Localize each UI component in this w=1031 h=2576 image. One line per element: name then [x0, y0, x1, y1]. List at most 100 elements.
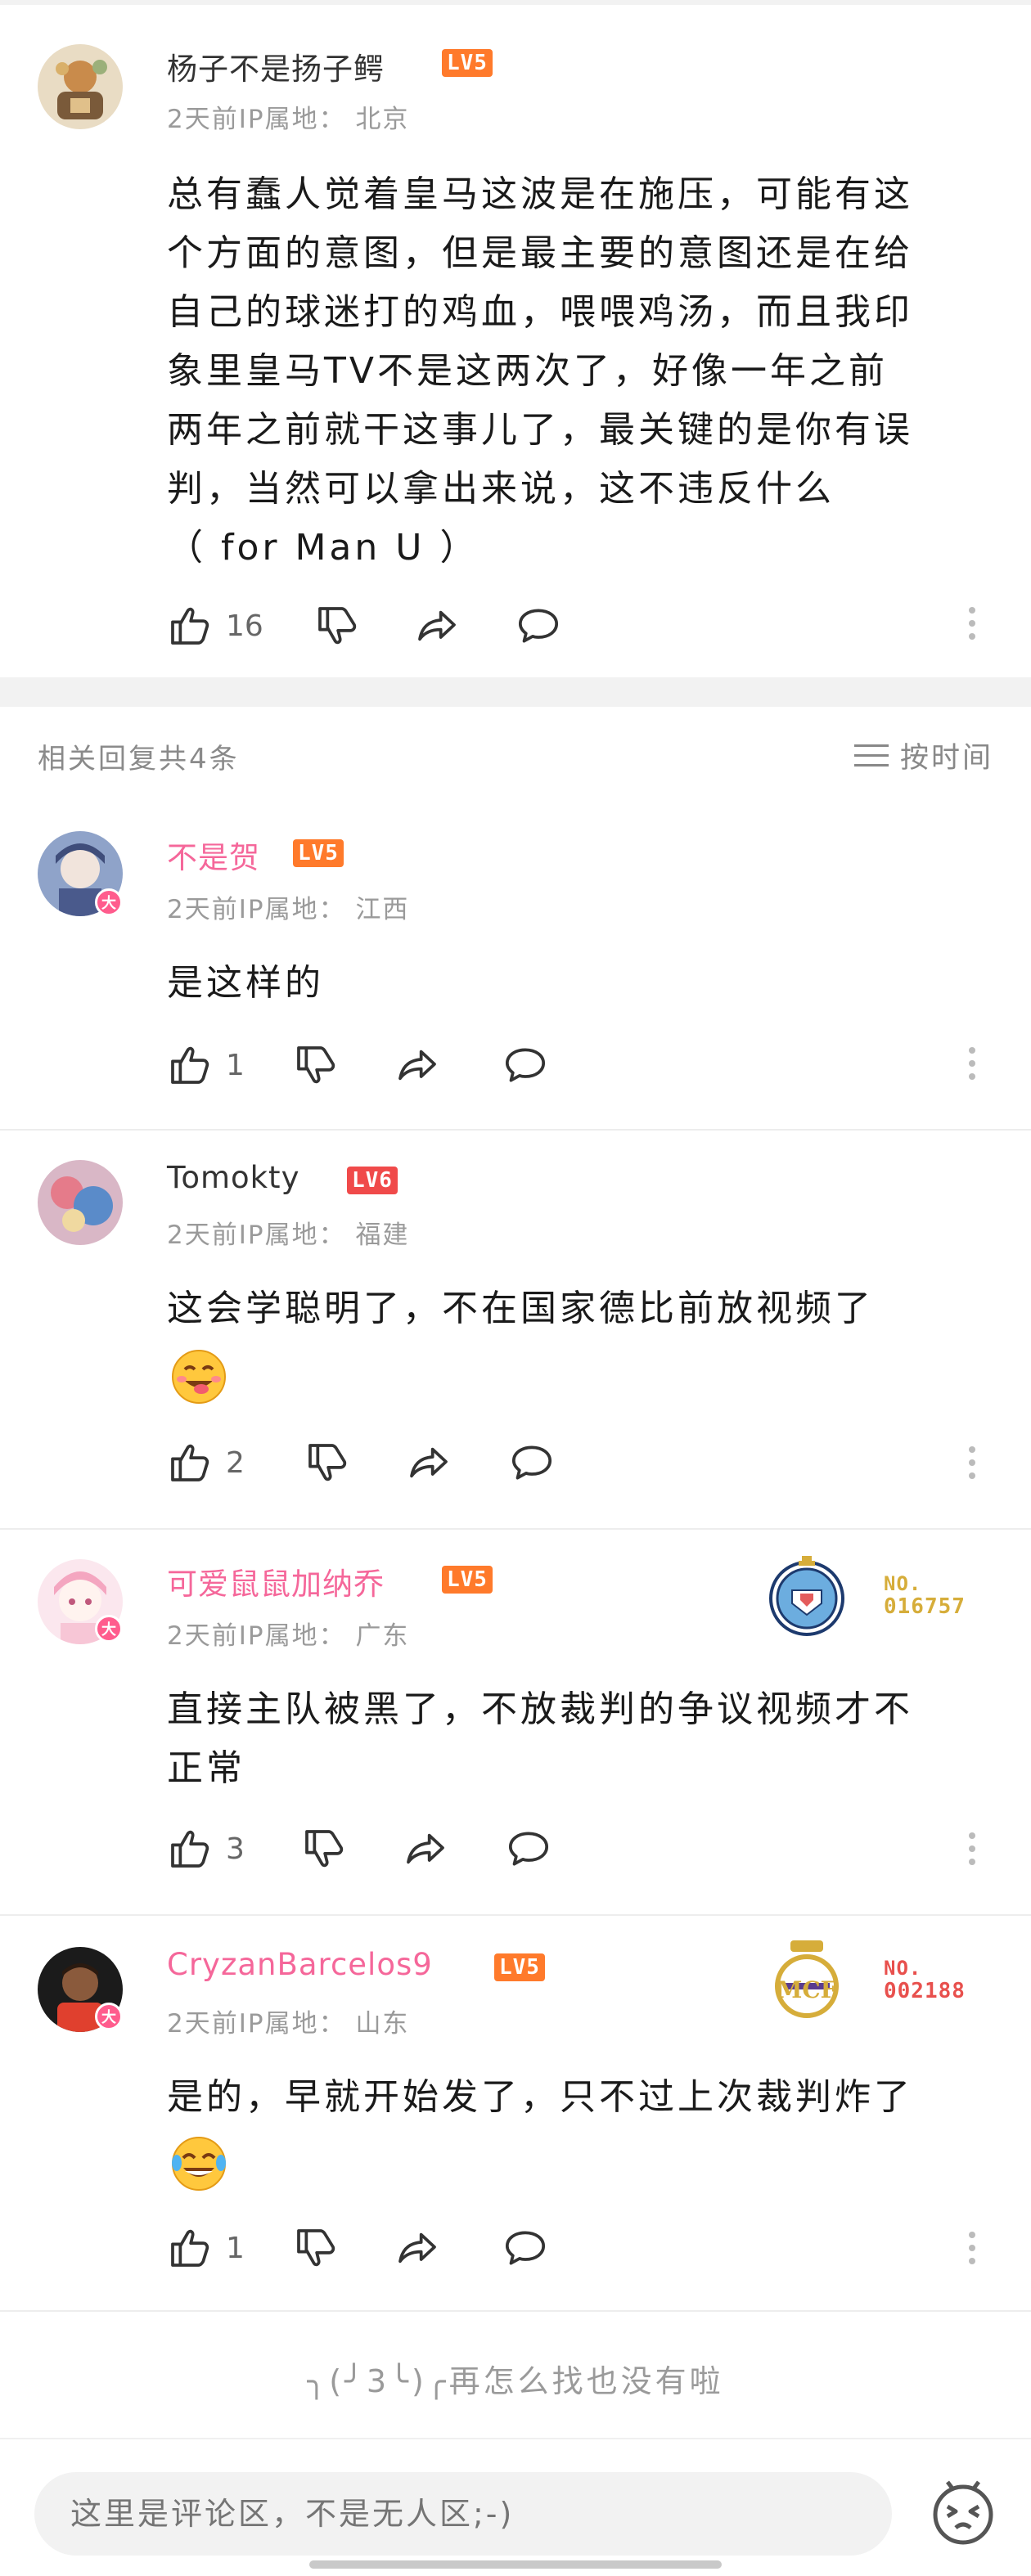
avatar[interactable] — [38, 1160, 123, 1245]
emoji-face-icon[interactable] — [928, 2477, 998, 2547]
share-icon — [410, 1447, 448, 1478]
reply-divider — [0, 1129, 1031, 1131]
list-icon — [853, 744, 889, 767]
thumbs-down-icon — [308, 1444, 347, 1481]
comment-bubble-icon — [508, 1832, 549, 1866]
more-options-icon[interactable] — [969, 1446, 977, 1486]
share-icon — [398, 2232, 436, 2264]
like-count: 3 — [226, 1832, 245, 1866]
comment-text-line: 象里皇马TV不是这两次了，好像一年之前 — [167, 350, 888, 392]
dislike-button[interactable] — [304, 1438, 350, 1487]
comment-time: 2天前 — [167, 895, 239, 924]
ip-location: 山东 — [355, 2009, 410, 2039]
share-button[interactable] — [406, 1438, 452, 1487]
ip-label: IP属地： — [238, 1621, 346, 1651]
thumbs-up-icon — [171, 607, 209, 645]
dislike-button[interactable] — [301, 1824, 347, 1873]
ip-location: 广东 — [355, 1621, 410, 1651]
username[interactable]: 不是贺 — [167, 833, 260, 877]
reply-button[interactable] — [506, 1824, 552, 1873]
dislike-button[interactable] — [314, 601, 360, 650]
reply-divider — [0, 1914, 1031, 1916]
comment-input-bar — [0, 2438, 1031, 2576]
comment-text-line: 总有蠢人觉着皇马这波是在施压，可能有这 — [167, 173, 913, 215]
comment-bubble-icon — [505, 2231, 546, 2265]
more-options-icon[interactable] — [969, 607, 977, 646]
reply-button[interactable] — [516, 601, 561, 650]
medal-no-value: 002188 — [884, 1979, 966, 2003]
comment-time: 2天前 — [167, 1221, 239, 1250]
comment-time: 2天前 — [167, 105, 239, 134]
reply-divider — [0, 1528, 1031, 1530]
sort-label: 按时间 — [899, 742, 993, 775]
comment-text: 是这样的 — [167, 962, 324, 1004]
fan-medal-number: NO. 016757 — [884, 1572, 966, 1618]
level-badge: LV5 — [494, 1953, 545, 1981]
medal-no-prefix: NO. — [884, 1572, 922, 1595]
dislike-button[interactable] — [293, 2223, 339, 2273]
reply-divider — [0, 2310, 1031, 2312]
username[interactable]: 可爱鼠鼠加纳乔 — [167, 1559, 385, 1603]
username[interactable]: Tomokty — [167, 1160, 299, 1195]
avatar[interactable] — [38, 44, 123, 129]
comment-time: 2天前 — [167, 1621, 239, 1651]
share-button[interactable] — [394, 2223, 440, 2273]
medal-no-prefix: NO. — [884, 1957, 922, 1980]
like-button[interactable]: 3 — [167, 1824, 245, 1873]
section-divider — [0, 677, 1031, 707]
comment-meta: 2天前IP属地： 福建 — [167, 1214, 409, 1251]
comment-actions: 1 — [167, 2223, 993, 2273]
ip-location: 北京 — [355, 105, 410, 134]
comment-text-line: 个方面的意图，但是最主要的意图还是在给 — [167, 232, 913, 274]
vip-badge: 大 — [95, 888, 123, 916]
reply-button[interactable] — [509, 1438, 555, 1487]
comment-meta: 2天前IP属地： 北京 — [167, 98, 409, 135]
username[interactable]: 杨子不是扬子鳄 — [167, 44, 385, 88]
thumbs-down-icon — [318, 607, 357, 645]
reply-button[interactable] — [502, 2223, 548, 2273]
top-divider — [0, 0, 1031, 5]
reply-button[interactable] — [502, 1041, 548, 1090]
like-button[interactable]: 1 — [167, 2223, 245, 2273]
share-icon — [418, 610, 456, 641]
share-button[interactable] — [414, 601, 460, 650]
thumbs-up-icon — [171, 1046, 209, 1084]
thumbs-down-icon — [297, 2229, 335, 2267]
like-count: 1 — [226, 2231, 245, 2265]
vip-badge: 大 — [95, 2003, 123, 2030]
home-indicator[interactable] — [309, 2560, 722, 2569]
like-button[interactable]: 2 — [167, 1438, 245, 1487]
comment-text: 这会学聪明了，不在国家德比前放视频了 — [167, 1288, 874, 1329]
dislike-button[interactable] — [293, 1041, 339, 1090]
comment-input[interactable] — [34, 2472, 892, 2556]
like-count: 2 — [226, 1445, 245, 1480]
ip-location: 福建 — [355, 1221, 410, 1250]
level-badge: LV6 — [347, 1167, 398, 1194]
more-options-icon[interactable] — [969, 2232, 977, 2271]
share-button[interactable] — [403, 1824, 448, 1873]
comment-meta: 2天前IP属地： 广东 — [167, 1615, 409, 1652]
share-button[interactable] — [394, 1041, 440, 1090]
vip-badge: 大 — [95, 1615, 123, 1643]
svg-text:MCF: MCF — [777, 1976, 836, 2003]
username[interactable]: CryzanBarcelos9 — [167, 1947, 433, 1982]
like-count: 1 — [226, 1048, 245, 1082]
thumbs-up-icon — [171, 1444, 209, 1481]
fan-medal-number: NO. 002188 — [884, 1957, 966, 2003]
more-options-icon[interactable] — [969, 1047, 977, 1086]
sort-by-time-button[interactable]: 按时间 — [853, 735, 993, 776]
tears-of-joy-emoji — [172, 2137, 226, 2191]
comment-bubble-icon — [511, 1445, 552, 1480]
comment-text-line: 正常 — [167, 1747, 245, 1789]
comment-actions: 16 — [167, 601, 993, 650]
more-options-icon[interactable] — [969, 1832, 977, 1872]
comment-text-line: （ for Man U ） — [167, 527, 479, 569]
ip-label: IP属地： — [238, 105, 346, 134]
like-button[interactable]: 16 — [167, 601, 263, 650]
replies-count: 相关回复共4条 — [38, 743, 240, 775]
end-of-list-text: ╮(╯3╰)╭再怎么找也没有啦 — [307, 2363, 724, 2399]
manchester-city-club-badge — [768, 1551, 846, 1641]
ip-label: IP属地： — [238, 2009, 346, 2039]
like-button[interactable]: 1 — [167, 1041, 245, 1090]
comment-text: 直接主队被黑了，不放裁判的争议视频才不 正常 — [167, 1680, 1002, 1798]
